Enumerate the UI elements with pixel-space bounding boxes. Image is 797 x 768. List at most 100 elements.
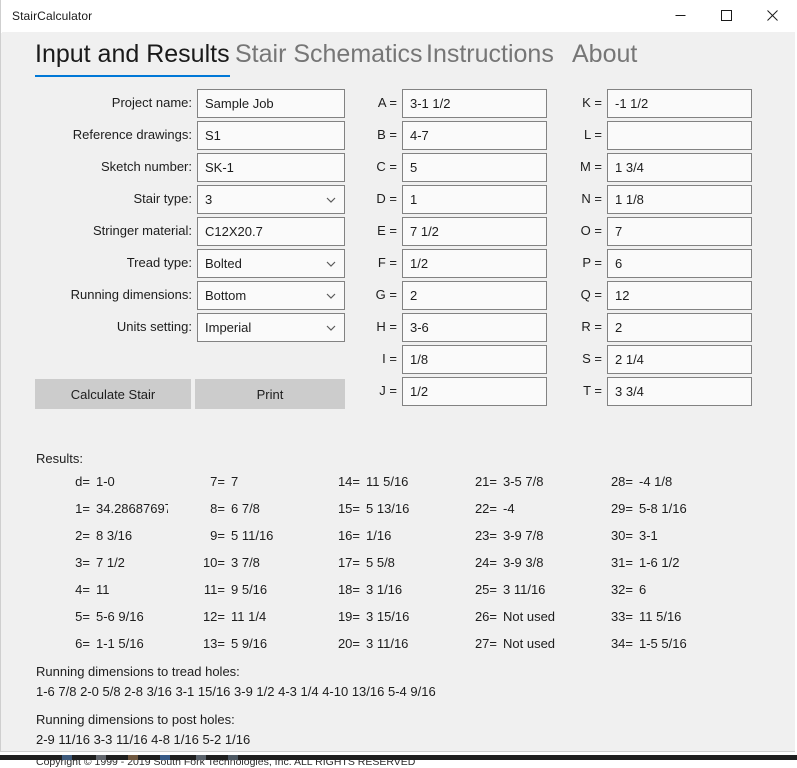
chevron-down-icon: [325, 194, 337, 206]
label-dimension-h: H =: [376, 319, 397, 334]
result-value: 6: [639, 582, 647, 597]
input-reference-drawings[interactable]: S1: [197, 121, 345, 150]
input-project-name[interactable]: Sample Job: [197, 89, 345, 118]
input-dimension-m[interactable]: 1 3/4: [607, 153, 752, 182]
result-key: 7=: [210, 474, 225, 489]
input-stringer-material[interactable]: C12X20.7: [197, 217, 345, 246]
close-button[interactable]: [749, 0, 795, 31]
post-holes-heading: Running dimensions to post holes:: [36, 712, 235, 727]
label-units-setting: Units setting:: [116, 319, 192, 334]
select-units-setting[interactable]: Imperial: [197, 313, 345, 342]
input-dimension-b[interactable]: 4-7: [402, 121, 547, 150]
label-dimension-m: M =: [579, 159, 602, 174]
label-dimension-f: F =: [377, 255, 397, 270]
label-project-name: Project name:: [111, 95, 192, 110]
result-key: d=: [75, 474, 90, 489]
select-units-setting-value: Imperial: [205, 320, 252, 335]
tread-holes-heading: Running dimensions to tread holes:: [36, 664, 240, 679]
calculate-stair-button[interactable]: Calculate Stair: [35, 379, 191, 409]
input-dimension-q[interactable]: 12: [607, 281, 752, 310]
label-dimension-g: G =: [375, 287, 397, 302]
label-dimension-i: I =: [382, 351, 397, 366]
input-sketch-number[interactable]: SK-1: [197, 153, 345, 182]
result-key: 28=: [610, 474, 633, 489]
input-dimension-c[interactable]: 5: [402, 153, 547, 182]
result-key: 18=: [337, 582, 360, 597]
client-area: Input and Results Stair Schematics Instr…: [2, 32, 795, 768]
label-dimension-a: A =: [377, 95, 397, 110]
input-dimension-f[interactable]: 1/2: [402, 249, 547, 278]
post-holes-values: 2-9 11/16 3-3 11/16 4-8 1/16 5-2 1/16: [36, 732, 251, 747]
input-dimension-k[interactable]: -1 1/2: [607, 89, 752, 118]
tab-input-and-results[interactable]: Input and Results: [35, 40, 230, 77]
taskbar-icon[interactable]: [96, 755, 106, 760]
result-key: 24=: [474, 555, 497, 570]
label-dimension-l: L =: [584, 127, 602, 142]
chevron-down-icon: [325, 258, 337, 270]
select-running-dimensions-value: Bottom: [205, 288, 247, 303]
input-dimension-n[interactable]: 1 1/8: [607, 185, 752, 214]
input-dimension-h[interactable]: 3-6: [402, 313, 547, 342]
result-key: 9=: [210, 528, 225, 543]
window-title: StairCalculator: [12, 9, 93, 23]
result-key: 16=: [337, 528, 360, 543]
input-dimension-l[interactable]: [607, 121, 752, 150]
title-bar: StairCalculator: [1, 0, 796, 33]
minimize-button[interactable]: [657, 0, 703, 31]
result-key: 22=: [474, 501, 497, 516]
input-dimension-r[interactable]: 2: [607, 313, 752, 342]
result-key: 6=: [75, 636, 90, 651]
result-key: 15=: [337, 501, 360, 516]
label-dimension-r: R =: [581, 319, 602, 334]
result-value: 11 5/16: [639, 609, 682, 624]
tab-instructions[interactable]: Instructions: [426, 40, 554, 75]
tab-about[interactable]: About: [572, 40, 637, 75]
result-key: 31=: [610, 555, 633, 570]
label-dimension-b: B =: [377, 127, 397, 142]
select-stair-type[interactable]: 3: [197, 185, 345, 214]
select-stair-type-value: 3: [205, 192, 213, 207]
select-tread-type[interactable]: Bolted: [197, 249, 345, 278]
input-dimension-i[interactable]: 1/8: [402, 345, 547, 374]
select-running-dimensions[interactable]: Bottom: [197, 281, 345, 310]
result-key: 14=: [337, 474, 360, 489]
result-key: 11=: [203, 582, 225, 597]
input-dimension-s[interactable]: 2 1/4: [607, 345, 752, 374]
input-dimension-a[interactable]: 3-1 1/2: [402, 89, 547, 118]
label-running-dimensions: Running dimensions:: [70, 287, 192, 302]
tab-stair-schematics[interactable]: Stair Schematics: [235, 40, 423, 75]
result-key: 30=: [610, 528, 633, 543]
result-key: 26=: [474, 609, 497, 624]
input-dimension-e[interactable]: 7 1/2: [402, 217, 547, 246]
label-stringer-material: Stringer material:: [93, 223, 192, 238]
input-dimension-t[interactable]: 3 3/4: [607, 377, 752, 406]
input-dimension-d[interactable]: 1: [402, 185, 547, 214]
result-key: 34=: [610, 636, 633, 651]
input-dimension-p[interactable]: 6: [607, 249, 752, 278]
tab-bar: Input and Results Stair Schematics Instr…: [2, 32, 795, 82]
maximize-button[interactable]: [703, 0, 749, 31]
taskbar-icon[interactable]: [196, 755, 206, 760]
label-stair-type: Stair type:: [133, 191, 192, 206]
input-dimension-g[interactable]: 2: [402, 281, 547, 310]
label-dimension-j: J =: [379, 383, 397, 398]
result-key: 3=: [75, 555, 90, 570]
result-value: 5-8 1/16: [639, 501, 687, 516]
taskbar[interactable]: [0, 755, 797, 760]
result-key: 17=: [337, 555, 360, 570]
taskbar-icon[interactable]: [228, 755, 238, 760]
input-dimension-j[interactable]: 1/2: [402, 377, 547, 406]
label-dimension-c: C =: [376, 159, 397, 174]
result-key: 27=: [474, 636, 497, 651]
label-tread-type: Tread type:: [126, 255, 192, 270]
print-button[interactable]: Print: [195, 379, 345, 409]
result-value: 1-5 5/16: [639, 636, 687, 651]
label-dimension-p: P =: [582, 255, 602, 270]
input-dimension-o[interactable]: 7: [607, 217, 752, 246]
taskbar-icon[interactable]: [62, 755, 72, 760]
result-value: 3-1: [639, 528, 658, 543]
label-dimension-q: Q =: [580, 287, 602, 302]
taskbar-icon[interactable]: [128, 755, 138, 760]
result-key: 33=: [610, 609, 633, 624]
taskbar-icon[interactable]: [160, 755, 170, 760]
